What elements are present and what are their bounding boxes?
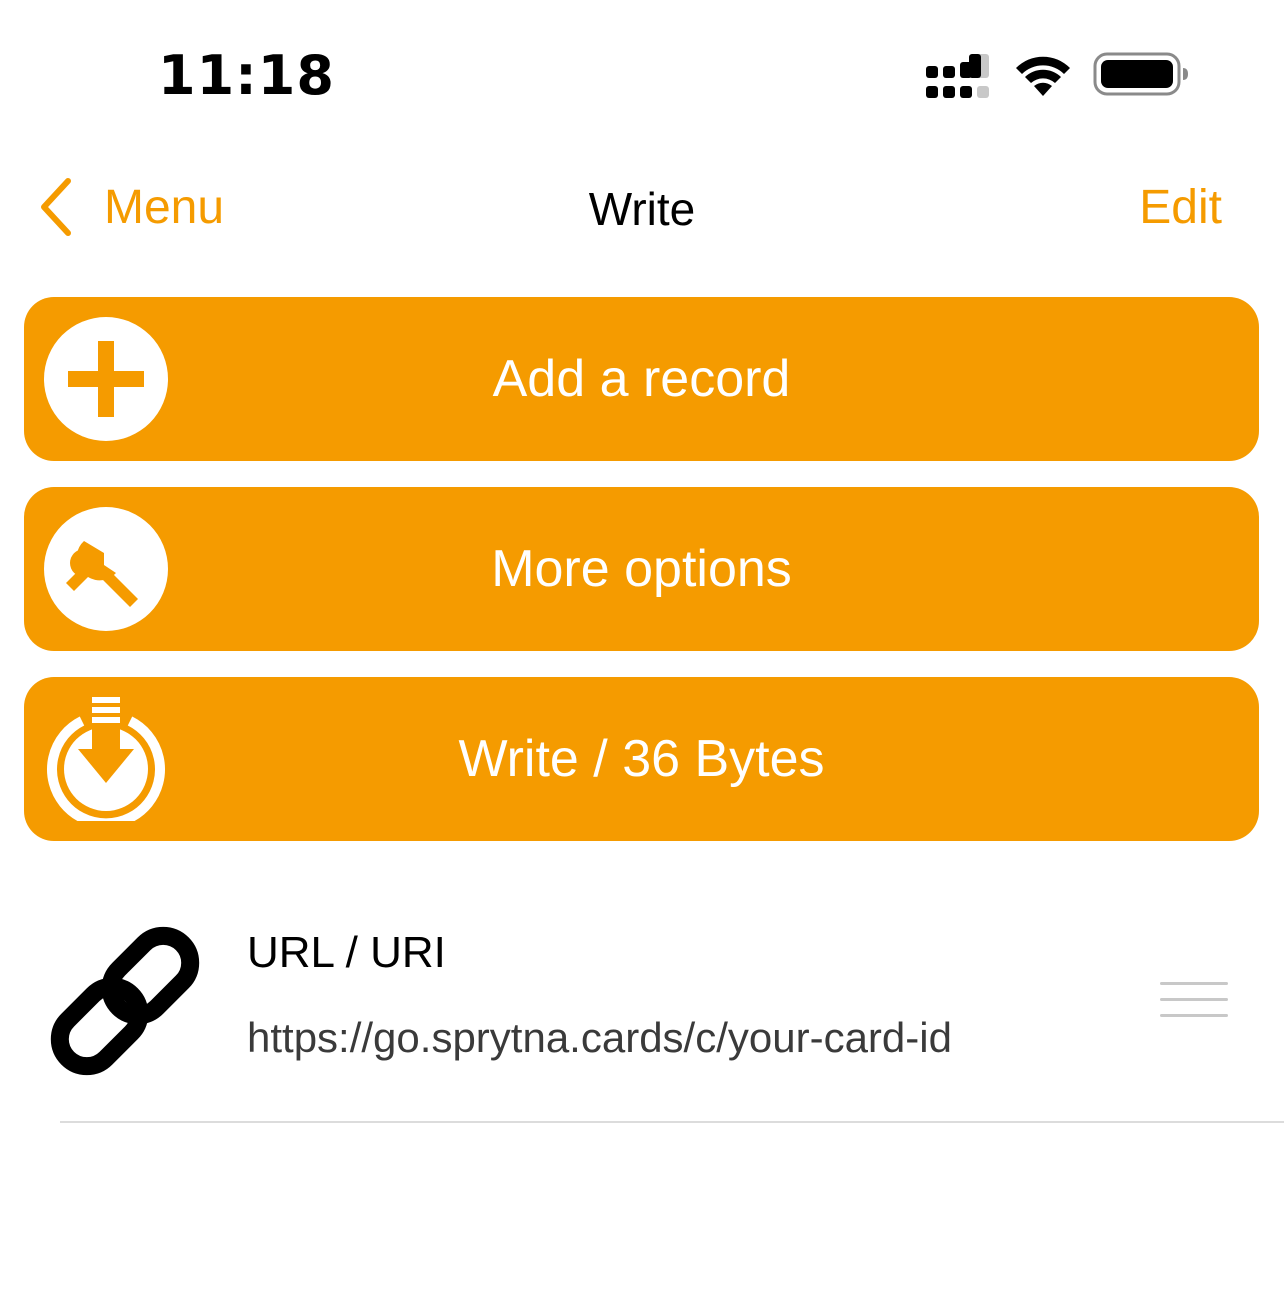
record-row[interactable]: URL / URI https://go.sprytna.cards/c/you… xyxy=(0,880,1284,1123)
cellular-signal-icon xyxy=(926,54,989,98)
record-value: https://go.sprytna.cards/c/your-card-id xyxy=(247,1014,952,1061)
wifi-icon xyxy=(1016,56,1070,96)
more-options-button[interactable]: More options xyxy=(24,487,1259,651)
write-screen: 11:18 Menu Write Edit Add a record More … xyxy=(0,0,1284,1291)
more-options-label: More options xyxy=(491,540,792,598)
edit-button[interactable]: Edit xyxy=(1139,180,1222,235)
link-icon xyxy=(50,926,200,1076)
row-separator xyxy=(60,1121,1284,1123)
reorder-handle[interactable] xyxy=(1160,980,1230,1020)
status-icons xyxy=(920,50,1200,100)
battery-icon xyxy=(1093,52,1188,96)
add-record-label: Add a record xyxy=(492,350,791,408)
record-type: URL / URI xyxy=(247,928,446,977)
page-title: Write xyxy=(588,183,696,235)
add-record-button[interactable]: Add a record xyxy=(24,297,1259,461)
status-time: 11:18 xyxy=(158,44,335,107)
write-button[interactable]: Write / 36 Bytes xyxy=(24,677,1259,841)
write-label: Write / 36 Bytes xyxy=(458,730,825,788)
